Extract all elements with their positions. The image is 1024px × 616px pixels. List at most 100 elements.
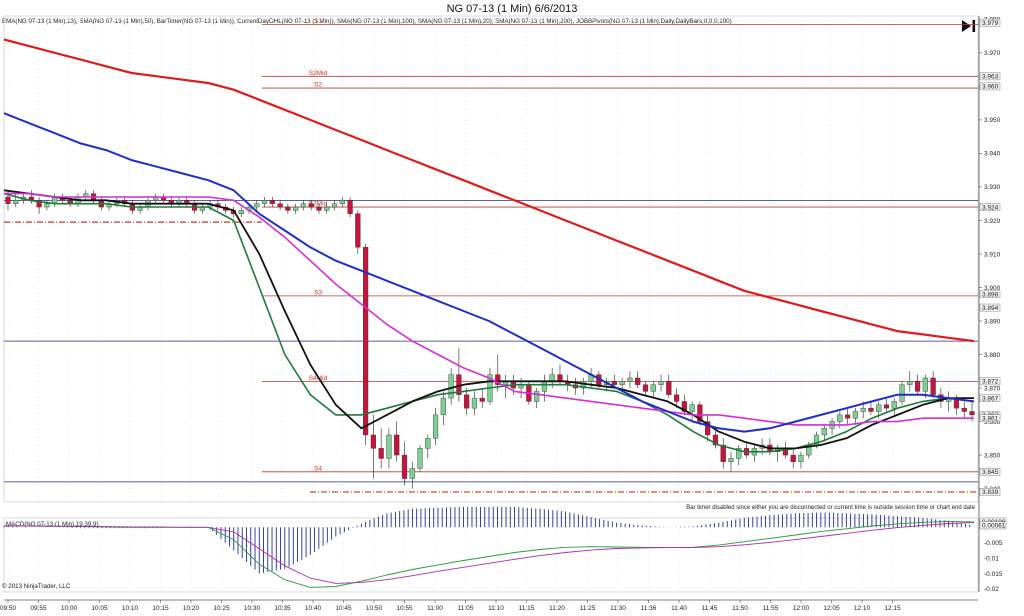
x-tick-label: 10:15 bbox=[152, 605, 169, 612]
candle-body bbox=[883, 404, 890, 409]
macd-y-label: -0.01 bbox=[984, 555, 999, 562]
chart-canvas[interactable]: 09:50 09:55 10:00 10:05 10:10 10:15 10:20 10:25… bbox=[0, 0, 1024, 616]
candle bbox=[565, 374, 571, 392]
candle bbox=[852, 408, 858, 425]
candle-body bbox=[642, 384, 649, 392]
candle-body bbox=[798, 454, 804, 462]
candle-body bbox=[658, 381, 664, 385]
candle-body bbox=[448, 374, 454, 399]
x-tick-label: 11:00 bbox=[427, 605, 443, 612]
candle bbox=[425, 434, 431, 459]
candle-body bbox=[821, 428, 827, 436]
candle-body bbox=[914, 381, 921, 392]
candle bbox=[261, 196, 268, 208]
y-tick-label: 3.920 bbox=[984, 218, 1001, 225]
candle bbox=[440, 391, 446, 425]
y-tick-label: 3.930 bbox=[984, 184, 1001, 191]
candle-body bbox=[409, 468, 415, 479]
candle-body bbox=[417, 448, 423, 469]
candle bbox=[479, 388, 485, 409]
x-tick-label: 12:05 bbox=[823, 605, 840, 612]
candle bbox=[394, 421, 400, 462]
candle-body bbox=[541, 381, 548, 392]
candle-body bbox=[899, 384, 905, 402]
candle bbox=[293, 203, 299, 214]
candle bbox=[386, 428, 392, 469]
candle bbox=[331, 200, 338, 211]
candle-body bbox=[300, 203, 307, 208]
macd-y-label: -0.005 bbox=[984, 540, 1003, 547]
candle-body bbox=[440, 397, 446, 416]
candle-body bbox=[324, 206, 330, 211]
price-tag-label: 3.839 bbox=[982, 489, 999, 496]
candle-body bbox=[611, 381, 617, 385]
candle-body bbox=[464, 394, 470, 409]
candle-body bbox=[930, 377, 936, 395]
candle-body bbox=[5, 196, 11, 204]
macd-tag-label: 0.00061 bbox=[982, 523, 1006, 530]
x-tick-label: 11:45 bbox=[702, 605, 718, 612]
price-tag-label: 3.963 bbox=[982, 74, 999, 81]
candle-body bbox=[720, 444, 726, 462]
copyright-text: © 2013 NinjaTrader, LLC bbox=[2, 583, 71, 590]
candle-body bbox=[549, 374, 555, 382]
candle-body bbox=[666, 381, 672, 395]
candle bbox=[868, 401, 874, 415]
x-tick-label: 11:55 bbox=[763, 605, 779, 612]
pivot-label: S2Mid bbox=[309, 70, 328, 77]
candle bbox=[743, 441, 750, 459]
x-tick-label: 11:30 bbox=[610, 605, 626, 612]
y-tick-label: 3.890 bbox=[984, 318, 1001, 325]
pivot-label: S3 bbox=[314, 289, 322, 296]
candle-body bbox=[627, 377, 633, 382]
candle-body bbox=[852, 411, 858, 419]
x-tick-label: 11:15 bbox=[519, 605, 535, 612]
x-tick-label: 10:20 bbox=[183, 605, 200, 612]
candle-body bbox=[347, 200, 353, 214]
macd-panel-border bbox=[3, 517, 979, 593]
candle-body bbox=[619, 381, 625, 385]
bar-timer-note: Bar timer disabled since either you are … bbox=[686, 505, 975, 511]
candle bbox=[837, 411, 843, 429]
candle-body bbox=[331, 203, 338, 208]
candle-body bbox=[650, 384, 656, 392]
candle-body bbox=[689, 404, 695, 412]
candle bbox=[736, 445, 742, 466]
candle bbox=[961, 401, 967, 419]
x-tick-label: 10:45 bbox=[335, 605, 352, 612]
candle-body bbox=[961, 407, 967, 412]
candle bbox=[184, 196, 190, 208]
candle bbox=[767, 438, 773, 456]
candle bbox=[36, 196, 42, 214]
candle bbox=[370, 414, 376, 479]
candle-body bbox=[673, 394, 680, 402]
candle bbox=[914, 374, 921, 395]
candle bbox=[52, 193, 58, 208]
price-tag-label: 3.960 bbox=[982, 84, 999, 91]
candle-body bbox=[401, 454, 408, 479]
candle-body bbox=[728, 458, 734, 462]
candle bbox=[883, 398, 890, 412]
price-tag-label: 3.898 bbox=[982, 291, 999, 298]
candle bbox=[83, 190, 89, 201]
candle-body bbox=[845, 414, 851, 419]
candle bbox=[355, 210, 361, 254]
x-tick-label: 09:55 bbox=[30, 605, 47, 612]
y-tick-label: 3.940 bbox=[984, 151, 1001, 158]
candle bbox=[751, 445, 757, 462]
candle bbox=[907, 371, 913, 392]
price-tag-label: 3.867 bbox=[982, 395, 999, 402]
x-tick-label: 11:25 bbox=[580, 605, 596, 612]
candle-body bbox=[378, 448, 384, 459]
x-tick-label: 11:36 bbox=[641, 605, 657, 612]
candle bbox=[946, 391, 952, 412]
candle-body bbox=[277, 203, 283, 208]
pivot-label: S4 bbox=[314, 465, 322, 472]
x-tick-label: 12:00 bbox=[793, 605, 810, 612]
candle bbox=[137, 203, 143, 214]
candle bbox=[28, 190, 34, 204]
candle-body bbox=[432, 414, 439, 439]
candle-body bbox=[790, 454, 796, 462]
candle bbox=[378, 428, 384, 469]
price-tag-label: 3.894 bbox=[982, 305, 999, 312]
